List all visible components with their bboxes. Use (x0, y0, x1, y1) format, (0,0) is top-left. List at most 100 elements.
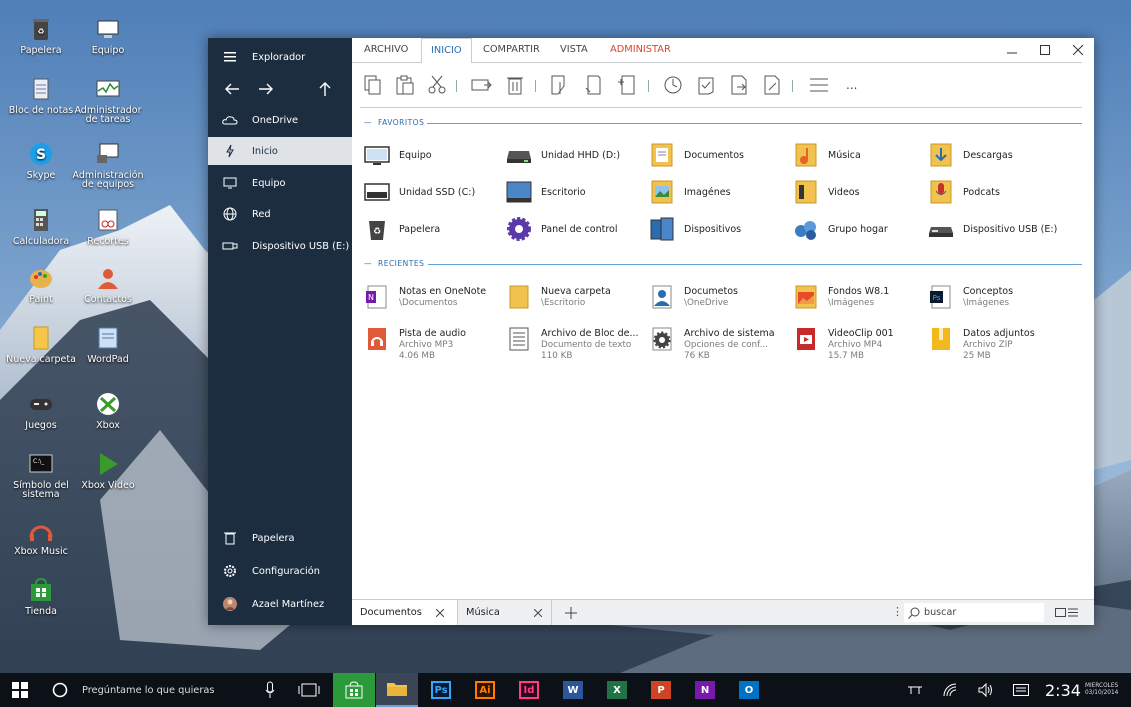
copy-icon[interactable] (362, 74, 384, 96)
desktop-icon-bloc-de-notas[interactable]: Bloc de notas (4, 76, 78, 115)
open-icon[interactable] (728, 74, 750, 96)
recent-item[interactable]: Archivo de sistema Opciones de conf... 76 … (649, 326, 789, 361)
move-to-icon[interactable] (470, 74, 492, 96)
favorite-grupo-hogar[interactable]: Grupo hogar (793, 216, 933, 242)
favorite-dispositivos[interactable]: Dispositivos (649, 216, 789, 242)
recent-item[interactable]: Documetos \OneDrive (649, 284, 789, 310)
section-header-recientes[interactable]: — RECIENTES (364, 259, 424, 268)
desktop-icon-recortes[interactable]: Recortes (71, 207, 145, 246)
favorite-podcats[interactable]: Podcats (928, 179, 1068, 205)
tray-volume[interactable] (976, 673, 996, 707)
forward-arrow-icon[interactable] (258, 82, 274, 96)
recent-item[interactable]: Datos adjuntos Archivo ZIP 25 MB (928, 326, 1068, 361)
taskbar-app-powerpoint[interactable]: P (650, 673, 672, 707)
nav-item-inicio[interactable]: Inicio (208, 137, 352, 165)
select-all-icon[interactable] (808, 74, 830, 96)
recent-item[interactable]: Fondos W8.1 \Imágenes (793, 284, 933, 310)
clock[interactable]: 2:34 MIERCOLES 03/10/2014 (1045, 673, 1129, 707)
desktop-icon-tienda[interactable]: Tienda (4, 577, 78, 616)
search-box[interactable]: buscar (904, 603, 1044, 622)
taskbar-app-photoshop[interactable]: Ps (430, 673, 452, 707)
task-view-button[interactable] (294, 673, 324, 707)
favorite-videos[interactable]: Videos (793, 179, 933, 205)
desktop-icon-papelera[interactable]: ♻ Papelera (4, 16, 78, 55)
desktop-icon-wordpad[interactable]: WordPad (71, 325, 145, 364)
desktop-icon-calculadora[interactable]: Calculadora (4, 207, 78, 246)
recent-item[interactable]: Archivo de Bloc de... Documento de texto 1… (506, 326, 646, 361)
desktop-icon-contactos[interactable]: Contactos (71, 265, 145, 304)
desktop-icon-nueva-carpeta[interactable]: Nueva carpeta (4, 325, 78, 364)
tab-vista[interactable]: VISTA (560, 38, 588, 62)
tab-compartir[interactable]: COMPARTIR (483, 38, 540, 62)
nav-item-onedrive[interactable]: OneDrive (208, 106, 352, 134)
start-button[interactable] (0, 673, 40, 707)
tab-administrar[interactable]: ADMINISTAR (610, 38, 671, 62)
nav-item-configuracion[interactable]: Configuración (208, 557, 352, 585)
taskbar-app-illustrator[interactable]: Ai (474, 673, 496, 707)
taskbar-explorer-button[interactable] (376, 673, 418, 707)
favorite-imagenes[interactable]: Imagénes (649, 179, 789, 205)
nav-item-papelera[interactable]: Papelera (208, 524, 352, 552)
nav-item-equipo[interactable]: Equipo (208, 169, 352, 197)
recent-item[interactable]: N Notas en OneNote \Documentos (364, 284, 504, 310)
taskbar-app-onenote[interactable]: N (694, 673, 716, 707)
favorite-documentos[interactable]: Documentos (649, 142, 789, 168)
desktop-icon-xbox-video[interactable]: Xbox Video (71, 451, 145, 490)
favorite-descargas[interactable]: Descargas (928, 142, 1068, 168)
view-toggle-icon[interactable] (1055, 607, 1079, 618)
recent-item[interactable]: Pista de audio Archivo MP3 4.06 MB (364, 326, 504, 361)
new-item-icon[interactable] (582, 74, 604, 96)
recent-item[interactable]: VideoClip 001 Archivo MP4 15.7 MB (793, 326, 933, 361)
tab-archivo[interactable]: ARCHIVO (364, 38, 408, 62)
up-arrow-icon[interactable] (318, 81, 332, 97)
desktop-icon-juegos[interactable]: Juegos (4, 391, 78, 430)
recent-item[interactable]: Nueva carpeta \Escritorio (506, 284, 646, 310)
cortana-search[interactable]: Pregúntame lo que quieras (52, 673, 252, 707)
desktop-icon-skype[interactable]: S Skype (4, 141, 78, 180)
cut-icon[interactable] (426, 74, 448, 96)
nav-menu-button[interactable]: Explorador (208, 43, 352, 71)
desktop-icon-administrador-de-tareas[interactable]: Administrador de tareas (71, 76, 145, 124)
back-arrow-icon[interactable] (224, 82, 240, 96)
rename-icon[interactable] (548, 74, 570, 96)
nav-item-usb[interactable]: Dispositivo USB (E:) (208, 232, 352, 260)
taskbar-app-word[interactable]: W (562, 673, 584, 707)
favorite-escritorio[interactable]: Escritorio (506, 179, 646, 205)
desktop-icon-xbox-music[interactable]: Xbox Music (4, 517, 78, 556)
favorite-papelera[interactable]: ♻ Papelera (364, 216, 504, 242)
properties-icon[interactable] (695, 74, 717, 96)
section-header-favoritos[interactable]: — FAVORITOS (364, 118, 424, 127)
delete-icon[interactable] (504, 74, 526, 96)
maximize-button[interactable] (1030, 38, 1060, 62)
tray-hidden-icons[interactable] (905, 673, 925, 707)
close-tab-icon[interactable] (534, 609, 542, 617)
desktop-icon-xbox[interactable]: Xbox (71, 391, 145, 430)
favorite-panel-de-control[interactable]: Panel de control (506, 216, 646, 242)
new-folder-icon[interactable] (616, 74, 638, 96)
favorite-unidad-hhd[interactable]: Unidad HHD (D:) (506, 142, 646, 168)
favorite-musica[interactable]: Música (793, 142, 933, 168)
more-options-icon[interactable]: ⋮ (892, 605, 903, 618)
history-icon[interactable] (662, 74, 684, 96)
favorite-unidad-ssd[interactable]: Unidad SSD (C:) (364, 179, 504, 205)
favorite-dispositivo-usb[interactable]: Dispositivo USB (E:) (928, 216, 1068, 242)
close-button[interactable] (1063, 38, 1093, 62)
microphone-button[interactable] (258, 673, 282, 707)
taskbar-app-indesign[interactable]: Id (518, 673, 540, 707)
desktop-icon-simbolo-del-sistema[interactable]: C:\_ Símbolo del sistema (4, 451, 78, 499)
recent-item[interactable]: Ps Conceptos \Imágenes (928, 284, 1068, 310)
nav-item-red[interactable]: Red (208, 200, 352, 228)
tray-network[interactable] (940, 673, 960, 707)
tray-notifications[interactable] (1011, 673, 1031, 707)
favorite-equipo[interactable]: Equipo (364, 142, 504, 168)
tab-musica[interactable]: Música (458, 600, 552, 625)
desktop-icon-administracion-de-equipos[interactable]: Administración de equipos (71, 141, 145, 189)
close-tab-icon[interactable] (436, 609, 444, 617)
tab-documentos[interactable]: Documentos (352, 600, 458, 625)
desktop-icon-paint[interactable]: Paint (4, 265, 78, 304)
desktop-icon-equipo[interactable]: Equipo (71, 16, 145, 55)
nav-user-profile[interactable]: Azael Martínez (208, 590, 352, 618)
taskbar-app-outlook[interactable]: O (738, 673, 760, 707)
edit-icon[interactable] (761, 74, 783, 96)
taskbar-app-excel[interactable]: X (606, 673, 628, 707)
